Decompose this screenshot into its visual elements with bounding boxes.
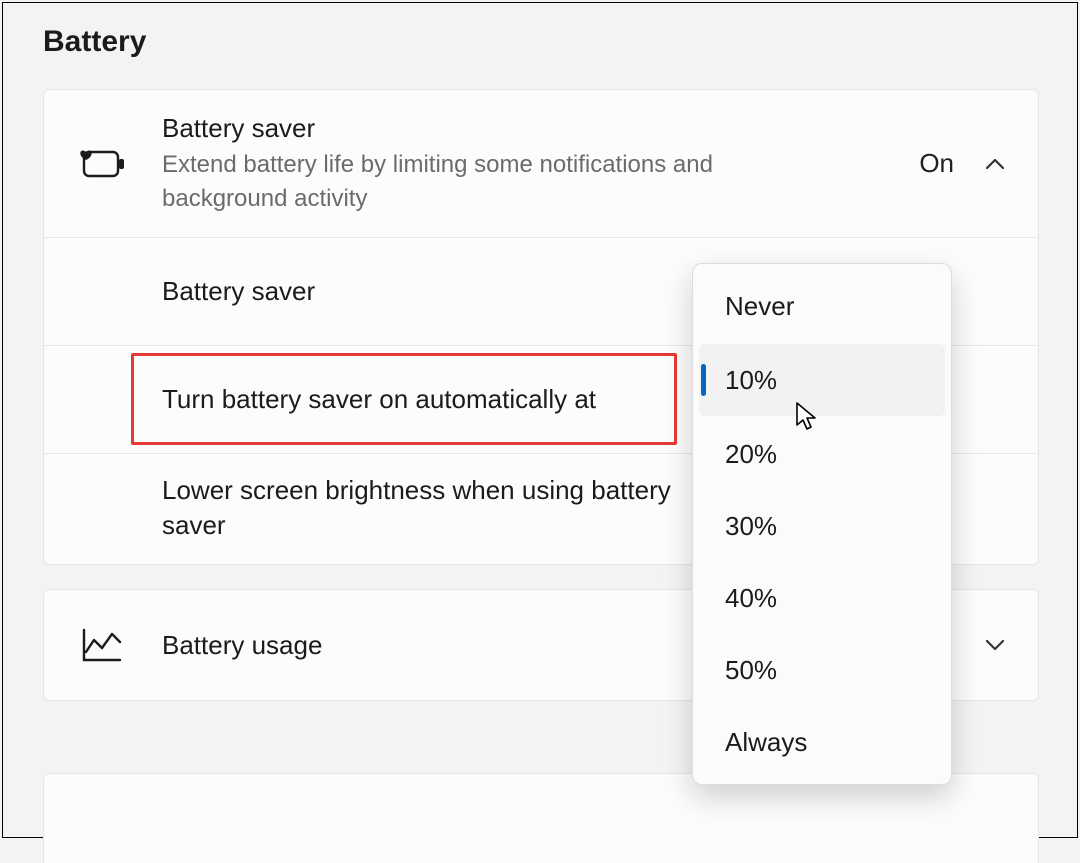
- battery-saver-title: Battery saver: [162, 112, 879, 145]
- threshold-option-50[interactable]: 50%: [693, 634, 951, 706]
- chart-icon: [72, 628, 132, 662]
- threshold-option-30[interactable]: 30%: [693, 490, 951, 562]
- battery-saver-mode-label: Battery saver: [162, 274, 682, 309]
- card-cutoff: [43, 773, 1039, 863]
- threshold-option-40[interactable]: 40%: [693, 562, 951, 634]
- lower-brightness-label: Lower screen brightness when using batte…: [162, 473, 682, 543]
- chevron-down-icon[interactable]: [982, 632, 1008, 658]
- threshold-option-never[interactable]: Never: [693, 270, 951, 342]
- section-title-battery: Battery: [43, 25, 146, 59]
- threshold-option-always[interactable]: Always: [693, 706, 951, 778]
- battery-saver-state: On: [919, 148, 954, 179]
- threshold-dropdown[interactable]: Never 10% 20% 30% 40% 50% Always: [692, 263, 952, 785]
- chevron-up-icon[interactable]: [982, 151, 1008, 177]
- threshold-option-20[interactable]: 20%: [693, 418, 951, 490]
- auto-threshold-label: Turn battery saver on automatically at: [162, 382, 682, 417]
- row-battery-saver-header[interactable]: Battery saver Extend battery life by lim…: [44, 90, 1038, 238]
- threshold-option-10[interactable]: 10%: [699, 344, 945, 416]
- battery-saver-subtitle: Extend battery life by limiting some not…: [162, 148, 842, 215]
- battery-saver-icon: [72, 148, 132, 180]
